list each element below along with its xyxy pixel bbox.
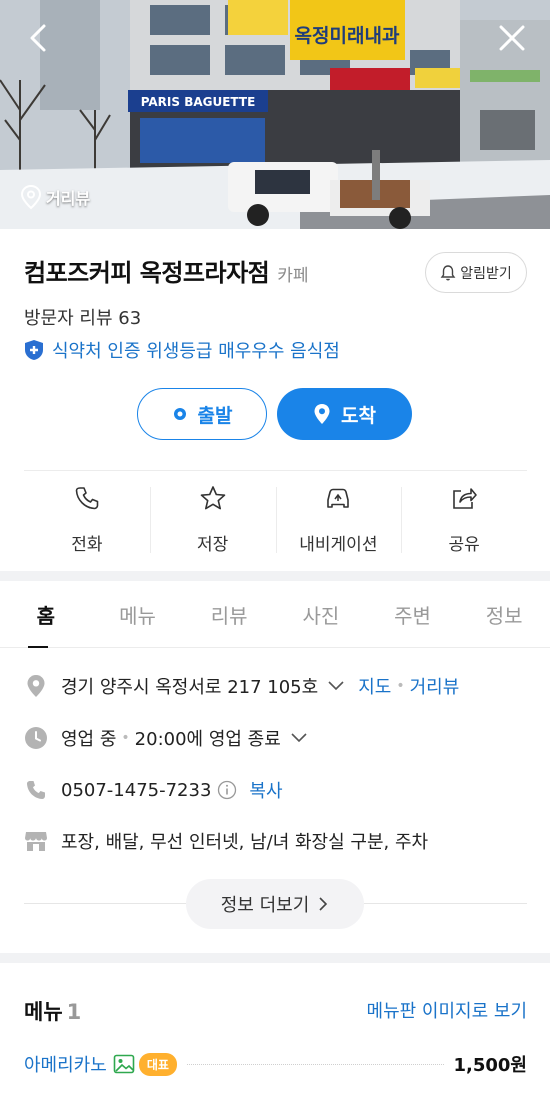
save-action[interactable]: 저장	[149, 485, 276, 555]
quick-actions: 전화 저장 내비게이션 공유	[24, 485, 527, 555]
alarm-label: 알림받기	[460, 265, 512, 282]
divider	[24, 470, 527, 471]
menu-board-image-link[interactable]: 메뉴판 이미지로 보기	[367, 997, 527, 1023]
store-icon	[24, 829, 48, 853]
more-info-label: 정보 더보기	[220, 895, 310, 916]
destination-pin-icon	[314, 404, 330, 424]
bell-plus-icon	[440, 264, 456, 280]
clock-icon	[24, 726, 48, 750]
depart-label: 출발	[197, 404, 233, 427]
chevron-right-icon	[319, 897, 328, 911]
share-action[interactable]: 공유	[401, 485, 527, 555]
share-label: 공유	[448, 535, 480, 555]
arrive-label: 도착	[341, 404, 376, 427]
arrive-button[interactable]: 도착	[277, 388, 412, 440]
map-link[interactable]: 지도	[358, 673, 391, 699]
closing-time: 20:00에 영업 종료	[134, 729, 281, 750]
section-separator	[0, 571, 550, 581]
streetview-label: 거리뷰	[46, 189, 91, 208]
amenities-row: 포장, 배달, 무선 인터넷, 남/녀 화장실 구분, 주차	[24, 828, 428, 854]
phone-icon	[24, 778, 48, 802]
hours-row[interactable]: 영업 중 • 20:00에 영업 종료	[24, 725, 309, 751]
streetview-button[interactable]: 거리뷰	[20, 184, 90, 210]
hygiene-label: 식약처 인증 위생등급 매우우수 음식점	[52, 341, 340, 362]
address-row: 경기 양주시 옥정서로 217 105호 지도 • 거리뷰	[24, 673, 459, 699]
tab-menu[interactable]: 메뉴	[92, 582, 184, 647]
phone-icon	[75, 487, 99, 510]
image-icon	[113, 1054, 135, 1074]
share-icon	[453, 488, 477, 509]
menu-item[interactable]: 아메리카노 대표 1,500원	[24, 1051, 527, 1077]
depart-button[interactable]: 출발	[137, 388, 267, 440]
separator-dot: •	[396, 678, 405, 694]
chevron-down-icon[interactable]	[326, 679, 346, 693]
separator-dot: •	[121, 730, 130, 746]
chevron-down-icon	[291, 733, 307, 743]
banner-sign-text: 옥정미래내과	[295, 25, 400, 47]
navigation-label: 내비게이션	[299, 535, 378, 555]
streetview-link[interactable]: 거리뷰	[410, 673, 460, 699]
route-buttons: 출발 도착	[137, 388, 412, 440]
menu-item-name[interactable]: 아메리카노	[24, 1051, 107, 1077]
place-title: 컴포즈커피 옥정프라자점 카페	[24, 253, 309, 288]
menu-count: 1	[66, 1000, 82, 1024]
tab-bar: 홈 메뉴 리뷰 사진 주변 정보	[0, 582, 550, 648]
call-action[interactable]: 전화	[24, 485, 150, 555]
tab-info[interactable]: 정보	[458, 582, 550, 647]
phone-row: 0507-1475-7233 복사	[24, 777, 283, 803]
more-info-button[interactable]: 정보 더보기	[186, 879, 364, 929]
origin-dot-icon	[173, 408, 186, 420]
hygiene-badge[interactable]: 식약처 인증 위생등급 매우우수 음식점	[24, 337, 340, 363]
tab-photos[interactable]: 사진	[275, 582, 367, 647]
call-label: 전화	[71, 535, 103, 555]
tab-nearby[interactable]: 주변	[367, 582, 459, 647]
save-label: 저장	[196, 535, 229, 555]
representative-badge: 대표	[138, 1052, 177, 1076]
section-separator	[0, 953, 550, 963]
chevron-left-icon	[30, 24, 46, 52]
info-icon[interactable]	[217, 780, 237, 800]
storefront-sign-text: PARIS BAGUETTE	[141, 95, 256, 109]
close-button[interactable]	[492, 18, 532, 58]
visitor-review-count[interactable]: 방문자 리뷰 63	[24, 304, 141, 330]
menu-section-title: 메뉴 1	[24, 996, 81, 1026]
menu-item-price: 1,500원	[453, 1055, 528, 1076]
leader-dots	[186, 1063, 444, 1065]
car-navigation-icon	[327, 488, 350, 508]
address-text: 경기 양주시 옥정서로 217 105호	[61, 677, 319, 698]
tab-reviews[interactable]: 리뷰	[183, 582, 275, 647]
place-category: 카페	[277, 266, 309, 286]
close-icon	[499, 25, 525, 51]
copy-button[interactable]: 복사	[249, 777, 282, 803]
phone-number[interactable]: 0507-1475-7233	[61, 780, 211, 801]
shield-cross-icon	[25, 340, 43, 360]
menu-title: 메뉴	[24, 1000, 63, 1024]
back-button[interactable]	[18, 18, 58, 58]
amenities-text: 포장, 배달, 무선 인터넷, 남/녀 화장실 구분, 주차	[61, 832, 429, 853]
location-pin-icon	[24, 674, 48, 698]
location-pin-icon	[20, 184, 42, 210]
business-status: 영업 중	[61, 729, 117, 750]
tab-home[interactable]: 홈	[0, 582, 92, 648]
alarm-button[interactable]: 알림받기	[425, 252, 527, 293]
place-name: 컴포즈커피 옥정프라자점	[24, 259, 270, 287]
navigation-action[interactable]: 내비게이션	[275, 485, 402, 555]
hero-photo[interactable]: 옥정미래내과 PARIS BAGUETTE 거리뷰	[0, 0, 550, 229]
star-icon	[200, 486, 225, 510]
